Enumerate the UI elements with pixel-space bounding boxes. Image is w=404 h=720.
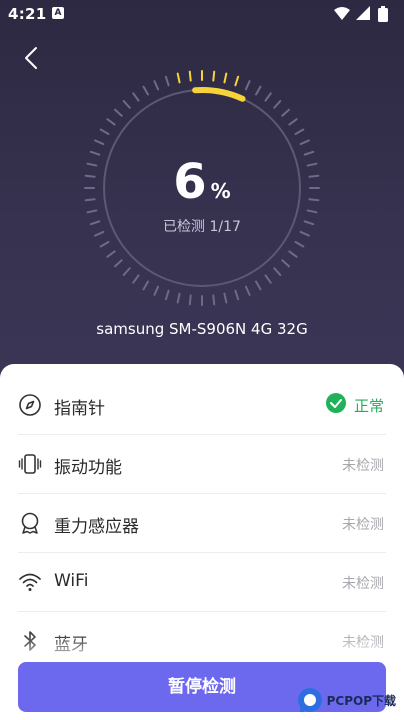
bluetooth-icon [24,631,36,651]
check-item-status: 未检测 [342,517,384,533]
check-item-label: 振动功能 [54,458,122,478]
gauge-tick [132,92,140,102]
check-circle-icon [326,393,346,413]
check-item-label: 蓝牙 [54,635,88,655]
gravity-sensor-icon [21,512,39,534]
check-item-label: WiFi [54,571,89,591]
gauge-tick [164,75,170,87]
gauge-tick [188,70,192,82]
gauge-progress-arc [192,87,246,102]
gauge-tick [255,280,262,291]
gauge-tick [114,259,123,268]
progress-percent: 6% [0,154,404,210]
vibration-icon [18,454,42,474]
wifi-icon [19,573,41,591]
gauge-tick [299,139,310,146]
gauge-tick [273,267,282,276]
gauge-tick [234,289,240,301]
gauge-tick [273,100,282,109]
gauge-tick [223,72,228,84]
gauge-tick [281,108,290,117]
check-item-status: 未检测 [342,576,384,592]
check-item-label: 指南针 [54,399,105,419]
check-item-status: 未检测 [342,458,384,474]
percent-value: 6 [173,154,207,210]
gauge-tick [281,259,290,268]
gauge-tick [234,75,240,87]
gauge-tick [294,128,305,135]
device-name: samsung SM-S906N 4G 32G [96,320,308,338]
gauge-tick [294,241,305,248]
gauge-tick [188,294,192,306]
gauge-tick [164,289,170,301]
gauge-tick [264,92,272,102]
gauge-tick [142,280,149,291]
gauge-tick [212,70,216,82]
gauge-tick [244,80,251,91]
check-item-label: 重力感应器 [54,517,139,537]
gauge-tick [255,85,262,96]
compass-icon [19,394,41,416]
watermark: PCPOP下载 [296,683,396,717]
gauge-tick [142,85,149,96]
gauge-tick [153,285,160,296]
check-item-compass[interactable]: 指南针 正常 [18,376,386,435]
gauge-tick [176,292,181,304]
check-item-vibration[interactable]: 振动功能 未检测 [18,435,386,494]
gauge-tick [264,274,272,284]
gauge-tick [176,72,181,84]
gauge-tick [86,209,98,214]
check-item-wifi[interactable]: WiFi 未检测 [18,553,386,612]
percent-unit: % [210,179,231,203]
check-item-status: 未检测 [342,635,384,651]
check-item-status: 正常 [353,397,384,415]
gauge-tick [223,292,228,304]
gauge-tick [94,139,105,146]
gauge-tick [306,209,318,214]
gauge-tick [99,241,110,248]
gauge-tick [106,250,116,258]
gauge-tick [122,267,131,276]
gauge-tick [288,250,298,258]
gauge-tick [212,294,216,306]
scan-header: 4:21 A 6% 已检测 1/17 samsung SM-S906N 4G 3… [0,0,404,400]
gauge-tick [106,118,116,126]
gauge-tick [244,285,251,296]
progress-label: 已检测 1/17 [163,219,241,235]
gauge-tick [99,128,110,135]
gauge-tick [132,274,140,284]
pcpop-logo-icon [297,688,322,712]
gauge-tick [153,80,160,91]
gauge-tick [114,108,123,117]
watermark-text: PCPOP下载 [326,693,396,708]
gauge-tick [122,100,131,109]
check-item-gravity-sensor[interactable]: 重力感应器 未检测 [18,494,386,553]
gauge-tick [288,118,298,126]
